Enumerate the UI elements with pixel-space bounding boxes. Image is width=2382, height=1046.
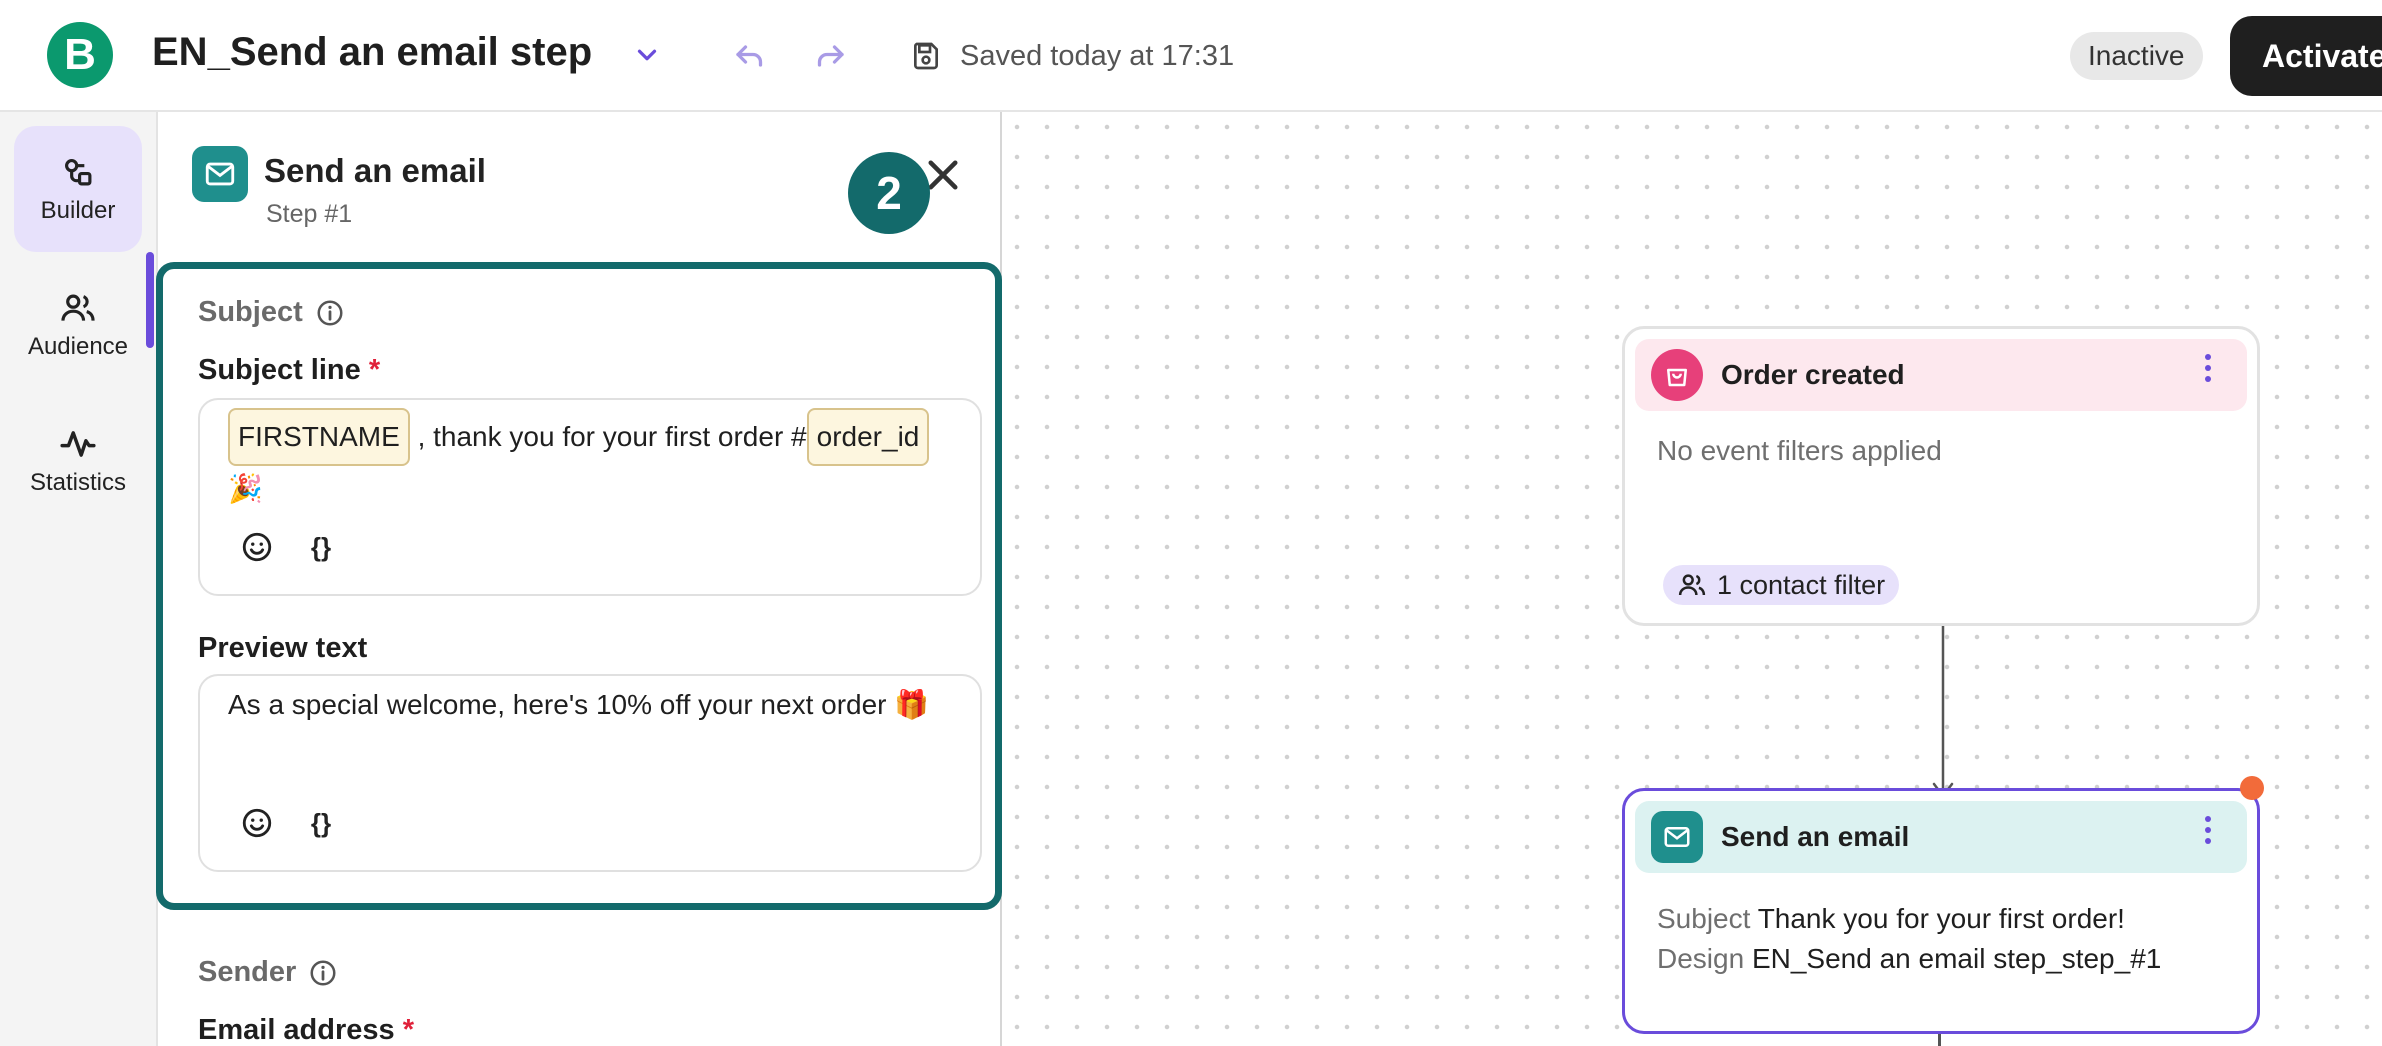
more-options-icon[interactable] [2203,815,2213,845]
subject-text: , thank you for your first order # [417,421,807,452]
trigger-card-header: Order created [1635,339,2247,411]
emoji-icon[interactable] [240,530,274,564]
active-indicator [146,252,154,348]
status-badge: Inactive [2070,32,2203,80]
subject-key: Subject [1657,903,1751,934]
sender-section-label: Sender [198,956,297,988]
required-asterisk: * [402,1014,415,1046]
subject-section-heading: Subject [198,296,345,329]
nav-item-builder[interactable]: Builder [14,126,142,252]
design-key: Design [1657,943,1745,974]
nav-label-audience: Audience [27,333,129,360]
builder-icon [65,159,92,186]
shopping-bag-icon [1651,349,1703,401]
nav-item-audience[interactable]: Audience [14,262,142,388]
undo-icon[interactable] [732,38,768,74]
party-emoji: 🎉 [228,473,263,504]
left-nav: Builder Audience Statistics [0,112,158,1046]
connector-arrow [1932,626,1954,798]
firstname-token[interactable]: FIRSTNAME [228,408,410,466]
trigger-card-order-created[interactable]: Order created No event filters applied 1… [1622,326,2260,626]
workflow-canvas[interactable]: Order created No event filters applied 1… [1002,112,2382,1046]
sender-section-heading: Sender [198,956,338,989]
preview-text-label: Preview text [198,632,368,664]
saved-status: Saved today at 17:31 [960,40,1235,72]
preview-text-content[interactable]: As a special welcome, here's 10% off you… [228,688,960,721]
more-options-icon[interactable] [2203,353,2213,383]
contacts-icon [1678,574,1706,596]
step-panel: Send an email Step #1 Subject Subject li… [156,112,1002,1046]
email-icon [1651,811,1703,863]
callout-badge: 2 [848,152,930,234]
nav-label-builder: Builder [40,197,116,224]
audience-icon [61,294,95,321]
statistics-icon [60,431,96,457]
email-card-title: Send an email [1721,821,1910,852]
email-card-subject-row: Subject Thank you for your first order! [1657,899,2161,939]
trigger-card-title: Order created [1721,359,1905,390]
email-card-details: Subject Thank you for your first order! … [1657,899,2161,979]
personalization-icon[interactable]: {} [304,806,338,840]
nav-label-statistics: Statistics [29,469,127,496]
email-card-header: Send an email [1635,801,2247,873]
preview-text-input[interactable]: As a special welcome, here's 10% off you… [198,674,982,872]
contact-filter-pill[interactable]: 1 contact filter [1663,565,1900,605]
email-step-card[interactable]: Send an email Subject Thank you for your… [1622,788,2260,1034]
subject-line-label-text: Subject line [198,354,361,386]
subject-value: Thank you for your first order! [1757,903,2125,934]
subject-section-label: Subject [198,296,303,328]
info-icon[interactable] [315,298,345,328]
trigger-card-body: No event filters applied [1657,435,1942,466]
required-asterisk: * [368,354,381,386]
panel-title: Send an email [264,152,486,189]
email-step-icon [192,146,248,202]
info-icon[interactable] [308,958,338,988]
notification-dot [2240,776,2264,800]
save-icon [913,42,938,70]
subject-line-content[interactable]: FIRSTNAME , thank you for your first ord… [228,408,960,512]
order-id-token[interactable]: order_id [806,408,930,466]
connector-stub [1938,1034,1941,1046]
workflow-title[interactable]: EN_Send an email step [152,30,592,75]
chevron-down-icon[interactable] [632,40,662,70]
emoji-icon[interactable] [240,806,274,840]
email-address-label-text: Email address [198,1014,395,1046]
personalization-icon[interactable]: {} [304,530,338,564]
email-address-label: Email address * [198,1014,414,1046]
activate-button[interactable]: Activate [2230,16,2382,96]
subject-line-input[interactable]: FIRSTNAME , thank you for your first ord… [198,398,982,596]
step-number: Step #1 [266,200,353,228]
design-value: EN_Send an email step_step_#1 [1751,943,2162,974]
brand-logo[interactable]: B [47,22,113,88]
email-card-design-row: Design EN_Send an email step_step_#1 [1657,939,2161,979]
redo-icon[interactable] [812,38,848,74]
subject-line-label: Subject line * [198,354,380,387]
nav-item-statistics[interactable]: Statistics [14,398,142,524]
contact-filter-label: 1 contact filter [1717,569,1886,600]
top-bar: B EN_Send an email step Saved today at 1… [0,0,2382,112]
